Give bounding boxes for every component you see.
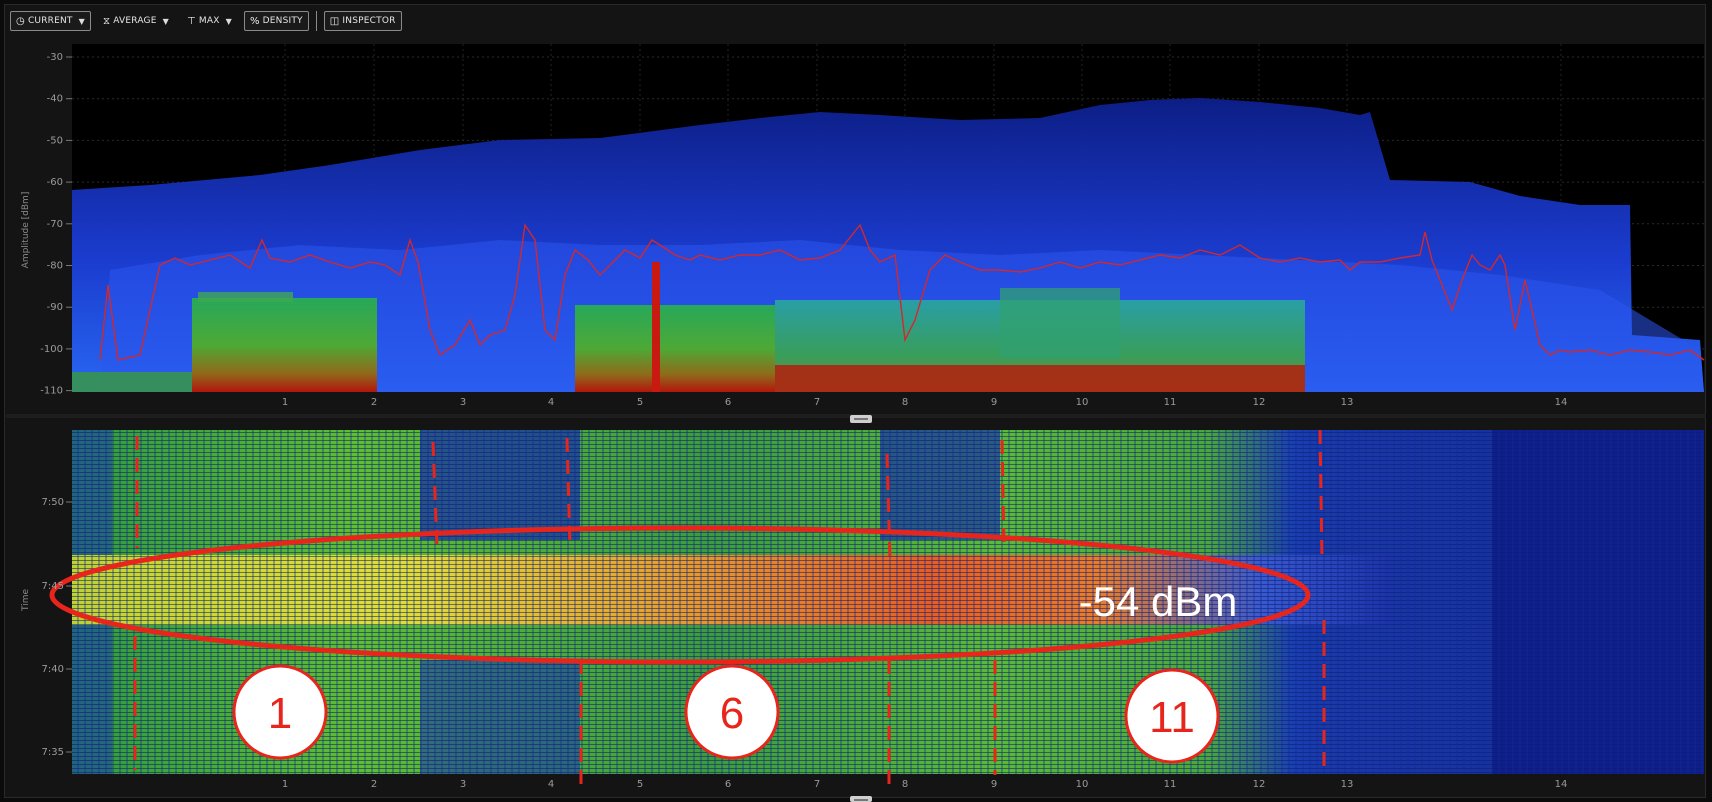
y-tick-label: -50 [47,135,63,146]
y-tick-label: -70 [47,219,63,230]
x-tick-label: 13 [1341,397,1354,408]
x-tick-label: 7 [814,397,820,408]
bottom-resize-handle[interactable] [850,796,872,802]
x-tick-label: 6 [725,397,731,408]
channel-1-signal [192,298,377,392]
channel-6-badge: 6 [684,664,780,760]
interference-level-label: -54 dBm [1079,578,1238,625]
y-tick-label: 7:45 [42,581,64,592]
x-tick-label: 4 [548,779,554,790]
y-tick-label: -110 [40,386,63,397]
x-tick-label: 3 [460,397,466,408]
x-tick-label: 2 [371,779,377,790]
x-tick-label: 10 [1076,779,1089,790]
spectrum-y-axis-title: Amplitude [dBm] [21,192,31,269]
channel-11-badge: 11 [1124,668,1220,764]
x-tick-label: 11 [1164,779,1177,790]
y-tick-label: -60 [47,177,63,188]
x-tick-label: 2 [371,397,377,408]
waterfall-y-axis-title: Time [21,589,31,612]
x-tick-label: 3 [460,779,466,790]
x-tick-label: 8 [902,779,908,790]
y-tick-label: -100 [40,344,63,355]
channel-11-floor [775,365,1305,392]
x-tick-label: 4 [548,397,554,408]
y-tick-label: -90 [47,302,63,313]
panel-resize-handle[interactable] [850,415,872,423]
channel-1-signal-top [198,292,293,302]
y-tick-label: -80 [47,261,63,272]
low-edge-noise [72,372,192,392]
channel-11-label: 11 [1149,693,1195,742]
spectrum-x-axis: 1 2 3 4 5 6 7 8 9 10 11 12 13 14 [282,397,1568,408]
x-tick-label: 7 [814,779,820,790]
channel-6-signal [575,305,775,392]
x-tick-label: 12 [1253,397,1266,408]
waterfall-panel[interactable]: -54 dBm 1 6 11 7:507:457:407:35 12345678… [21,429,1704,790]
y-tick-label: 7:50 [42,497,64,508]
narrowband-spike [652,262,660,392]
x-tick-label: 13 [1341,779,1354,790]
x-tick-label: 1 [282,397,288,408]
waterfall-y-axis: 7:50 7:45 7:40 7:35 [42,497,72,758]
x-tick-label: 6 [725,779,731,790]
x-tick-label: 14 [1555,779,1568,790]
y-tick-label: 7:40 [42,664,64,675]
waterfall-x-axis: 1 2 3 4 5 6 7 8 9 10 11 12 13 14 [282,779,1568,790]
spectrum-panel[interactable]: -30-40-50-60-70-80-90-100-110 1234567891… [21,44,1705,408]
channel-6-label: 6 [720,689,744,738]
channel-1-badge: 1 [232,664,328,760]
channel-1-label: 1 [268,689,292,738]
x-tick-label: 11 [1164,397,1177,408]
x-tick-label: 8 [902,397,908,408]
analyzer-graphics: -30-40-50-60-70-80-90-100-110 1234567891… [6,44,1706,790]
x-tick-label: 14 [1555,397,1568,408]
x-tick-label: 9 [991,397,997,408]
channel-11-peak [1000,288,1120,358]
x-tick-label: 1 [282,779,288,790]
x-tick-label: 12 [1253,779,1266,790]
spectrum-y-axis: -30 -40 -50 -60 -70 -80 -90 -100 -110 [40,52,72,397]
x-tick-label: 10 [1076,397,1089,408]
x-tick-label: 5 [637,397,643,408]
y-tick-label: 7:35 [42,747,64,758]
y-tick-label: -40 [47,94,63,105]
y-tick-label: -30 [47,52,63,63]
x-tick-label: 5 [637,779,643,790]
x-tick-label: 9 [991,779,997,790]
